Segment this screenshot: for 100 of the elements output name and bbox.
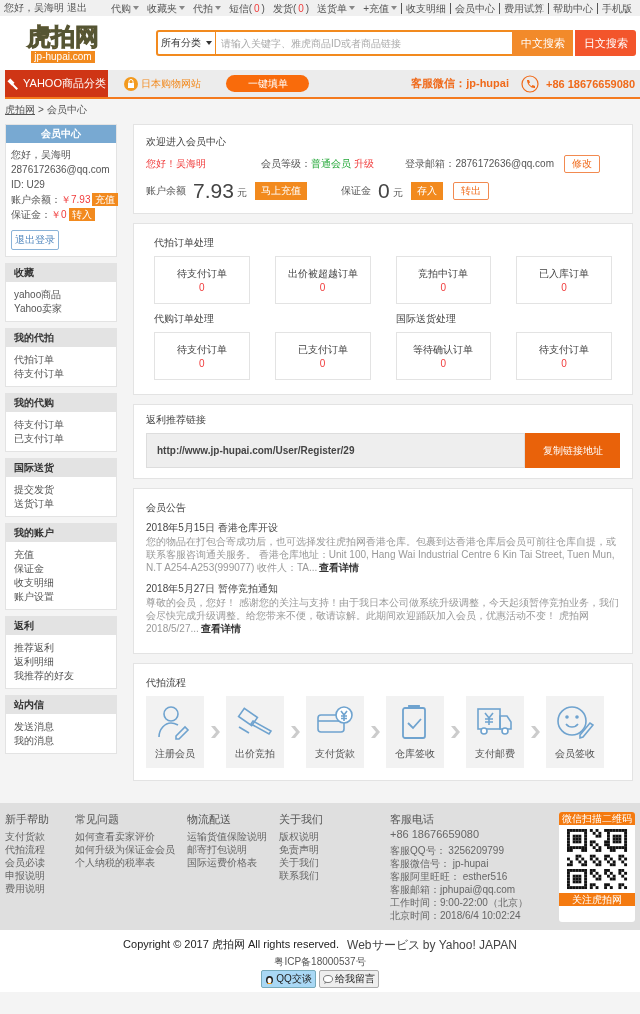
email-text: 2876172636@qq.com	[11, 163, 111, 177]
balance-label: 账户余额	[146, 184, 186, 198]
section-title: 国际送货	[6, 459, 116, 477]
menu-link[interactable]: 帮助中心	[548, 2, 597, 14]
contact-info: 客服邮箱：jphupai@qq.com	[390, 883, 517, 896]
menu-dropdown[interactable]: +充值	[359, 2, 401, 14]
menu-link[interactable]: 费用试算	[499, 2, 548, 14]
logout-link[interactable]: 退出	[67, 1, 87, 15]
order-tile[interactable]: 待支付订单 0	[154, 256, 250, 304]
menu-link[interactable]: 短信( 0 )	[224, 2, 269, 14]
sidebar-item[interactable]: 推荐返利	[14, 641, 116, 655]
footer-link[interactable]: 会员必读	[5, 856, 75, 869]
footer-link[interactable]: 如何查看卖家评价	[75, 830, 187, 843]
breadcrumb-link[interactable]: 虎拍网	[5, 102, 35, 117]
balance-label: 账户余额：	[11, 193, 61, 207]
sidebar-item[interactable]: 我推荐的好友	[14, 669, 116, 683]
sidebar-item[interactable]: 收支明细	[14, 576, 116, 590]
menu-link[interactable]: 发货( 0 )	[268, 2, 314, 14]
sidebar-item[interactable]: 我的消息	[14, 734, 116, 748]
order-tile[interactable]: 已入库订单 0	[516, 256, 612, 304]
footer-link[interactable]: 运输货值保险说明	[187, 830, 279, 843]
caret-icon	[214, 6, 221, 10]
order-tile[interactable]: 已支付订单 0	[274, 332, 371, 380]
sidebar-item[interactable]: 待支付订单	[14, 418, 116, 432]
panel-title: 会员中心	[6, 125, 116, 143]
footer-link[interactable]: 支付货款	[5, 830, 75, 843]
sidebar-item[interactable]: Yahoo卖家	[14, 302, 116, 316]
group-title: 代购订单处理	[154, 312, 215, 326]
step-label: 注册会员	[155, 747, 195, 761]
order-tile[interactable]: 竞拍中订单 0	[395, 256, 492, 304]
message-button[interactable]: 给我留言	[318, 970, 379, 988]
sidebar-item[interactable]: 代拍订单	[14, 353, 116, 367]
member-id: ID: U29	[11, 178, 46, 192]
details-link[interactable]: 查看详情	[200, 623, 241, 634]
chevron-icon	[210, 726, 220, 738]
deposit-label: 保证金：	[11, 208, 51, 222]
wechat-text: 客服微信：jp-hupai	[411, 76, 509, 91]
menu-link[interactable]: 会员中心	[450, 2, 499, 14]
deposit-amount: 0	[378, 179, 390, 203]
menu-link[interactable]: 收支明细	[401, 2, 450, 14]
menu-dropdown[interactable]: 代购	[106, 2, 143, 14]
sidebar-item[interactable]: 保证金	[14, 562, 116, 576]
sidebar-item[interactable]: yahoo商品	[14, 288, 116, 302]
footer-link[interactable]: 邮寄打包说明	[187, 843, 279, 856]
copyright-text: Copyright © 2017 虎拍网 All rights reserved.	[123, 937, 340, 952]
details-link[interactable]: 查看详情	[319, 562, 360, 573]
footer-link[interactable]: 国际运费价格表	[187, 856, 279, 869]
section-title: 收藏	[6, 264, 116, 282]
referral-link-field[interactable]: http://www.jp-hupai.com/User/Register/29	[146, 433, 525, 468]
sidebar-item[interactable]: 账户设置	[14, 590, 116, 604]
icp-number: 粤ICP备18000537号	[274, 955, 366, 969]
level-label: 会员等级：	[261, 158, 311, 169]
logout-button[interactable]: 退出登录	[11, 230, 59, 250]
footer-link[interactable]: 免责声明	[279, 843, 339, 856]
footer-link[interactable]: 版权说明	[279, 830, 339, 843]
upgrade-link[interactable]: 升级	[354, 158, 374, 169]
menu-dropdown[interactable]: 送货单	[313, 2, 360, 14]
order-tile[interactable]: 待支付订单 0	[154, 332, 250, 380]
breadcrumb-link[interactable]: 会员中心	[46, 102, 87, 117]
order-tile[interactable]: 出价被超越订单 0	[274, 256, 371, 304]
footer-heading: 新手帮助	[5, 812, 50, 826]
chat-button[interactable]: QQ交谈	[261, 970, 316, 988]
sidebar-item[interactable]: 已支付订单	[14, 432, 116, 446]
sidebar-item[interactable]: 待支付订单	[14, 367, 116, 381]
footer-link[interactable]: 关于我们	[279, 856, 339, 869]
sidebar-item[interactable]: 返利明细	[14, 655, 116, 669]
order-tile[interactable]: 等待确认订单 0	[395, 332, 492, 380]
footer-link[interactable]: 如何升级为保证金会员	[75, 843, 187, 856]
caret-icon	[132, 6, 139, 10]
sidebar-item[interactable]: 发送消息	[14, 720, 116, 734]
sidebar-item[interactable]: 提交发货	[14, 483, 116, 497]
sidebar-item[interactable]: 充值	[14, 548, 116, 562]
footer-link[interactable]: 费用说明	[5, 882, 75, 895]
group-title: 代拍订单处理	[154, 236, 215, 250]
search-field[interactable]: 请输入关键字、雅虎商品ID或者商品链接	[216, 30, 512, 56]
section-title: 返利	[6, 617, 116, 635]
footer-heading: 关于我们	[279, 812, 324, 826]
balance-amount: 7.93	[193, 179, 234, 203]
sidebar-item[interactable]: 送货订单	[14, 497, 116, 511]
caret-icon	[178, 6, 185, 10]
menu-dropdown[interactable]: 收藏夹	[142, 2, 189, 14]
menu-link[interactable]: 手机版	[597, 2, 636, 14]
greeting-text: 您好，吴海明	[11, 148, 72, 162]
balance-value: ￥7.93	[61, 193, 91, 207]
logo-domain: jp-hupai.com	[31, 51, 95, 63]
notice-title: 2018年5月27日 暂停竞拍通知	[146, 582, 279, 596]
bag-icon	[124, 76, 138, 91]
contact-info: 北京时间：2018/6/4 10:02:24	[390, 909, 522, 922]
order-tile[interactable]: 待支付订单 0	[516, 332, 612, 380]
footer-link[interactable]: 联系我们	[279, 869, 339, 882]
notice-text: 您的物品在打包合寄成功后，也可选择发往虎拍网香港仓库。包裹到达香港仓库后会员可前往仓库自提，或联系客服咨询通关服务。 香港仓库地址：Unit 100, Hang Wai Industrial Centre 6 Kin Tai Street, Tuen Mun, N.T A254-A253(999077) 收件人：TA... 查看详情	[146, 535, 617, 574]
contact-info: 客服QQ号： 3256209799	[390, 844, 505, 857]
phone-number: +86 18676659080	[390, 828, 480, 840]
footer-link[interactable]: 个人纳税的税率表	[75, 856, 187, 869]
category-button[interactable]: YAHOO商品分类	[5, 70, 108, 97]
footer-link[interactable]: 申报说明	[5, 869, 75, 882]
contact-info: 客服微信号： jp-hupai	[390, 857, 490, 870]
menu-dropdown[interactable]: 代拍	[188, 2, 225, 14]
footer-link[interactable]: 代拍流程	[5, 843, 75, 856]
footer-heading: 常见问题	[75, 812, 120, 826]
